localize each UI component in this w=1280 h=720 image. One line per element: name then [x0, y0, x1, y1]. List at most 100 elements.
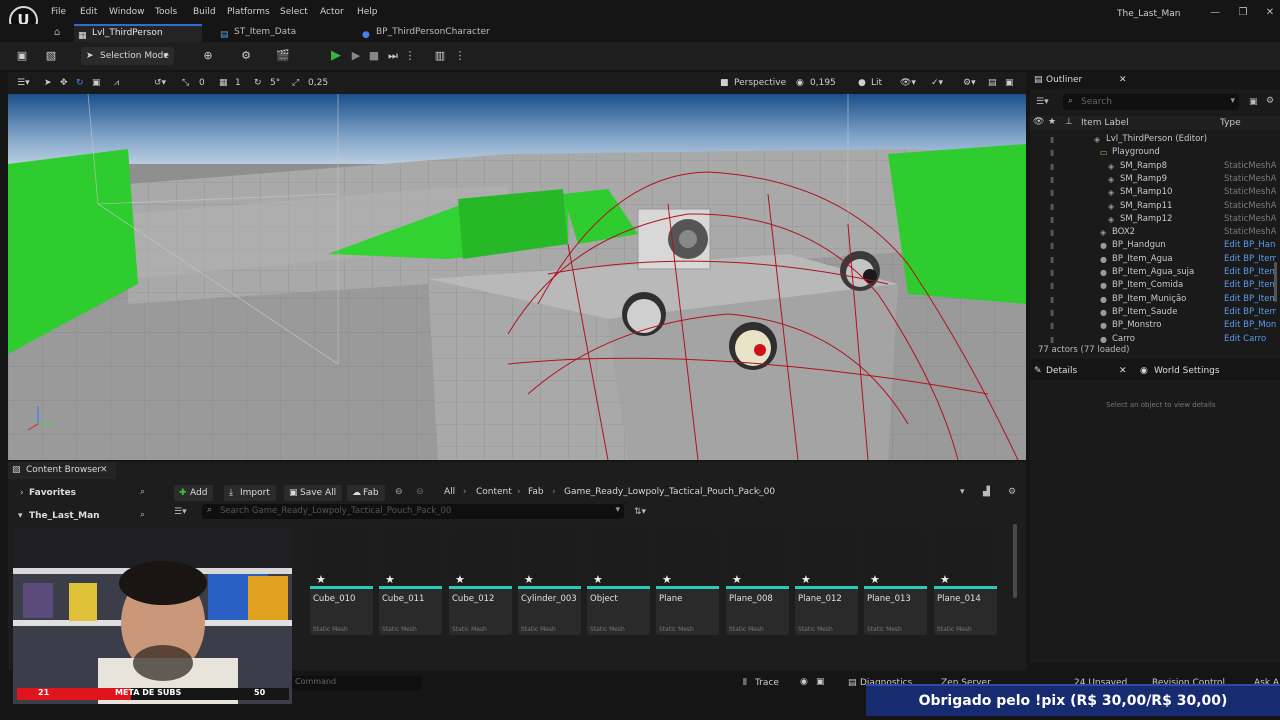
camera-speed-value[interactable]: 0,195 [810, 76, 836, 90]
edit-blueprint-link[interactable]: Edit BP_Item_ [1224, 266, 1276, 279]
filter-icon[interactable]: ☰▾ [174, 507, 187, 517]
breadcrumb-all[interactable]: All [444, 487, 455, 497]
details-close-icon[interactable]: ✕ [1119, 363, 1127, 379]
home-icon[interactable]: ⌂ [54, 27, 60, 38]
visibility-toggle-icon[interactable]: ▮ [1050, 306, 1054, 319]
visibility-toggle-icon[interactable]: ▮ [1050, 293, 1054, 306]
trace-dropdown[interactable]: Trace [755, 678, 779, 688]
more-icon[interactable]: ⋮ [452, 48, 468, 64]
content-browser-tab[interactable]: ▧ Content Browser ✕ [8, 462, 116, 479]
details-title[interactable]: Details [1046, 363, 1077, 379]
outliner-row[interactable]: ◈ ▮ SM_Ramp12 StaticMeshAc [1030, 213, 1280, 226]
menu-file[interactable]: File [51, 7, 66, 17]
outliner-row[interactable]: ◈ ▮ SM_Ramp11 StaticMeshAc [1030, 200, 1280, 213]
edit-blueprint-link[interactable]: Edit BP_Item_ [1224, 279, 1276, 292]
asset-tile[interactable]: ★ Plane_008 Static Mesh [726, 528, 789, 635]
selection-mode-dropdown[interactable]: ➤ Selection Mode ▾ [81, 47, 174, 65]
visibility-toggle-icon[interactable]: ▮ [1050, 253, 1054, 266]
outliner-row[interactable]: ◈ ▮ SM_Ramp8 StaticMeshAc [1030, 160, 1280, 173]
project-search-icon[interactable]: ⌕ [140, 510, 145, 520]
stop-icon[interactable]: ■ [366, 48, 382, 64]
visibility-toggle-icon[interactable]: ▮ [1050, 213, 1054, 226]
pause-icon[interactable]: ▶ [348, 48, 364, 64]
outliner-search-input[interactable]: ⌕ Search ▾ [1063, 94, 1239, 110]
favorites-label[interactable]: Favorites [29, 488, 76, 498]
visibility-toggle-icon[interactable]: ▮ [1050, 173, 1054, 186]
layout-icon[interactable]: ▤ [988, 76, 997, 90]
maximize-viewport-icon[interactable]: ▣ [1005, 76, 1014, 90]
outliner-row[interactable]: ● ▮ BP_Item_Agua_suja Edit BP_Item_ [1030, 266, 1280, 279]
menu-actor[interactable]: Actor [320, 7, 344, 17]
outliner-row[interactable]: ◈ ▮ SM_Ramp9 StaticMeshAc [1030, 173, 1280, 186]
show-flags-icon[interactable]: 👁▾ [900, 76, 916, 90]
asset-search-input[interactable]: ⌕ Search Game_Ready_Lowpoly_Tactical_Pou… [202, 504, 624, 519]
sort-icon[interactable]: ⇅▾ [634, 507, 646, 517]
visibility-icon[interactable]: 👁 [1033, 117, 1044, 127]
outliner-row[interactable]: ● ▮ BP_Monstro Edit BP_Mons [1030, 319, 1280, 332]
column-type[interactable]: Type [1220, 118, 1241, 128]
maximize-icon[interactable]: ❐ [1236, 7, 1250, 18]
play-options-icon[interactable]: ⋮ [402, 48, 418, 64]
visibility-toggle-icon[interactable]: ▮ [1050, 160, 1054, 173]
visibility-toggle-icon[interactable]: ▮ [1050, 133, 1054, 146]
close-icon[interactable]: ✕ [1263, 7, 1277, 18]
edit-blueprint-link[interactable]: Edit BP_Mons [1224, 319, 1276, 332]
cinematics-icon[interactable]: 🎬 [275, 48, 291, 64]
outliner-close-icon[interactable]: ✕ [1119, 72, 1127, 88]
outliner-row[interactable]: ● ▮ BP_Item_Saude Edit BP_Item_ [1030, 306, 1280, 319]
edit-blueprint-link[interactable]: Edit BP_Item_ [1224, 293, 1276, 306]
chevron-down-icon[interactable]: ▾ [18, 511, 23, 521]
edit-blueprint-link[interactable]: Edit BP_Item_ [1224, 253, 1276, 266]
outliner-row[interactable]: ● ▮ Carro Edit Carro [1030, 333, 1280, 346]
fab-button[interactable]: ☁ Fab [347, 485, 385, 501]
performance-icon[interactable]: ✓▾ [931, 76, 943, 90]
save-all-button[interactable]: ▣ Save All [284, 485, 343, 501]
edit-blueprint-link[interactable]: Edit BP_Item_ [1224, 306, 1276, 319]
perspective-dropdown[interactable]: Perspective [734, 76, 786, 90]
platforms-icon[interactable]: ▥ [432, 48, 448, 64]
asset-tile[interactable]: ★ Cube_012 Static Mesh [449, 528, 512, 635]
angle-icon[interactable]: ↻ [254, 76, 262, 90]
record-icon[interactable]: ◉ [800, 677, 808, 687]
asset-tile[interactable]: ★ Cylinder_003 Static Mesh [518, 528, 581, 635]
viewport-menu-icon[interactable]: ☰▾ [17, 76, 30, 90]
snap-translate-value[interactable]: 0 [199, 76, 205, 90]
edit-blueprint-link[interactable]: Edit BP_Hand [1224, 239, 1276, 252]
visibility-toggle-icon[interactable]: ▮ [1050, 226, 1054, 239]
snap-translate-icon[interactable]: ⤡ [182, 76, 189, 90]
add-actor-icon[interactable]: ⊕ [200, 48, 216, 64]
column-item-label[interactable]: Item Label [1081, 118, 1129, 128]
chevron-right-icon[interactable]: › [20, 488, 24, 498]
add-folder-icon[interactable]: ▣ [1249, 97, 1258, 107]
scale-snap-icon[interactable]: ⤢ [292, 76, 299, 90]
project-root-label[interactable]: The_Last_Man [29, 511, 100, 521]
outliner-row[interactable]: ◈ ▮ SM_Ramp10 StaticMeshAc [1030, 186, 1280, 199]
angle-value[interactable]: 5° [270, 76, 280, 90]
menu-help[interactable]: Help [357, 7, 378, 17]
grid-icon[interactable]: ▦ [219, 76, 228, 90]
pin-icon[interactable]: ⊥ [1065, 117, 1073, 127]
asset-tile[interactable]: ★ Plane_012 Static Mesh [795, 528, 858, 635]
rotate-icon[interactable]: ↻ [76, 76, 84, 90]
favorite-icon[interactable]: ★ [1048, 117, 1056, 127]
command-input[interactable]: Command [292, 676, 422, 690]
asset-tile[interactable]: ★ Cube_010 Static Mesh [310, 528, 373, 635]
outliner-row[interactable]: ● ▮ BP_Handgun Edit BP_Hand [1030, 239, 1280, 252]
blueprint-menu-icon[interactable]: ⚙ [238, 48, 254, 64]
asset-tile[interactable]: ★ Cube_011 Static Mesh [379, 528, 442, 635]
edit-blueprint-link[interactable]: Edit Carro [1224, 333, 1276, 346]
forward-icon[interactable]: ⊖ [416, 487, 424, 497]
scale-icon[interactable]: ▣ [92, 76, 101, 90]
visibility-toggle-icon[interactable]: ▮ [1050, 239, 1054, 252]
asset-tile[interactable]: ★ Object Static Mesh [587, 528, 650, 635]
asset-grid-scrollbar[interactable] [1013, 524, 1017, 598]
visibility-toggle-icon[interactable]: ▮ [1050, 319, 1054, 332]
asset-tile[interactable]: ★ Plane Static Mesh [656, 528, 719, 635]
content-browser-close-icon[interactable]: ✕ [100, 465, 108, 475]
breadcrumb-content[interactable]: Content [476, 487, 512, 497]
outliner-row[interactable]: ● ▮ BP_Item_Comida Edit BP_Item_ [1030, 279, 1280, 292]
menu-edit[interactable]: Edit [80, 7, 97, 17]
screenshot-icon[interactable]: ▣ [816, 677, 825, 687]
asset-tile[interactable]: ★ Plane_013 Static Mesh [864, 528, 927, 635]
world-settings-tab[interactable]: World Settings [1154, 363, 1220, 379]
